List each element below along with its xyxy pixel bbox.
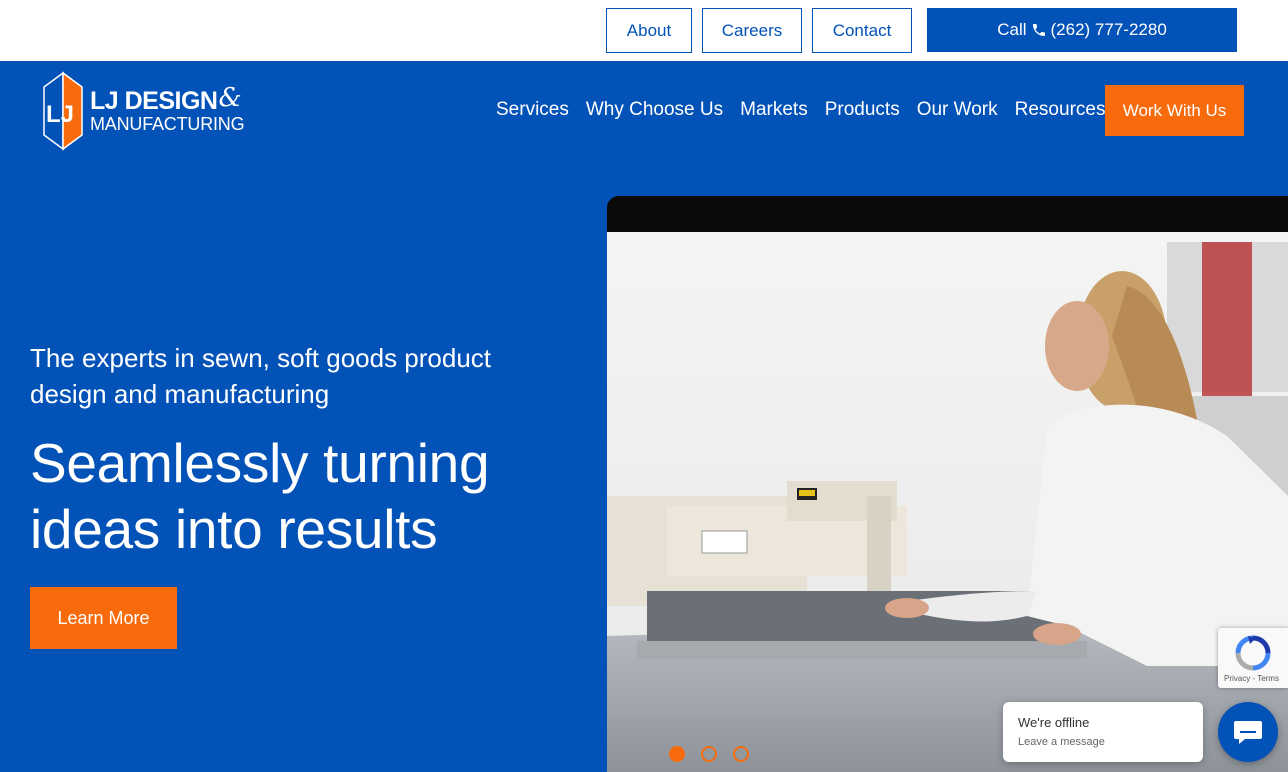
call-label: Call	[997, 20, 1027, 39]
chat-launcher-button[interactable]	[1218, 702, 1278, 762]
learn-more-button[interactable]: Learn More	[30, 587, 177, 649]
logo-wordmark: LJ DESIGN & MANUFACTURING	[90, 85, 245, 134]
contact-link[interactable]: Contact	[812, 8, 912, 53]
carousel-dot-1[interactable]	[669, 746, 685, 762]
carousel-dots	[669, 746, 749, 762]
chat-icon	[1234, 721, 1262, 744]
svg-text:LJ: LJ	[46, 101, 74, 128]
nav-markets[interactable]: Markets	[740, 99, 808, 121]
call-button[interactable]: Call (262) 777-2280	[927, 8, 1237, 52]
hero-photo-illustration	[607, 196, 1288, 772]
careers-link[interactable]: Careers	[702, 8, 802, 53]
chat-bubble[interactable]: We're offline Leave a message	[1003, 702, 1203, 762]
hero-title: Seamlessly turning ideas into results	[30, 432, 490, 560]
chat-status: We're offline	[1018, 715, 1090, 730]
main-nav: Services Why Choose Us Markets Products …	[496, 99, 1105, 121]
nav-our-work[interactable]: Our Work	[917, 99, 998, 121]
nav-why-choose-us[interactable]: Why Choose Us	[586, 99, 723, 121]
phone-number: (262) 777-2280	[1050, 20, 1167, 39]
recaptcha-links[interactable]: Privacy - Terms	[1224, 674, 1279, 683]
chat-message: Leave a message	[1018, 736, 1105, 748]
nav-resources[interactable]: Resources	[1015, 99, 1106, 121]
about-link[interactable]: About	[606, 8, 692, 53]
recaptcha-icon	[1235, 635, 1271, 671]
utility-bar: About Careers Contact Call (262) 777-228…	[0, 0, 1288, 61]
work-with-us-button[interactable]: Work With Us	[1105, 85, 1244, 136]
logo-line2: MANUFACTURING	[90, 114, 245, 134]
main-header: LJ LJ DESIGN & MANUFACTURING Services Why…	[0, 61, 1288, 161]
nav-services[interactable]: Services	[496, 99, 569, 121]
hero-photo	[607, 196, 1288, 772]
logo-ampersand: &	[218, 83, 242, 113]
logo-line1: LJ DESIGN	[90, 87, 218, 115]
company-logo[interactable]: LJ LJ DESIGN & MANUFACTURING	[42, 71, 262, 151]
phone-icon	[1032, 24, 1045, 36]
recaptcha-badge[interactable]: Privacy - Terms	[1218, 628, 1288, 688]
hero-subtitle: The experts in sewn, soft goods product …	[30, 343, 492, 409]
carousel-dot-3[interactable]	[733, 746, 749, 762]
carousel-dot-2[interactable]	[701, 746, 717, 762]
nav-products[interactable]: Products	[825, 99, 900, 121]
logo-mark-icon: LJ	[43, 71, 83, 151]
